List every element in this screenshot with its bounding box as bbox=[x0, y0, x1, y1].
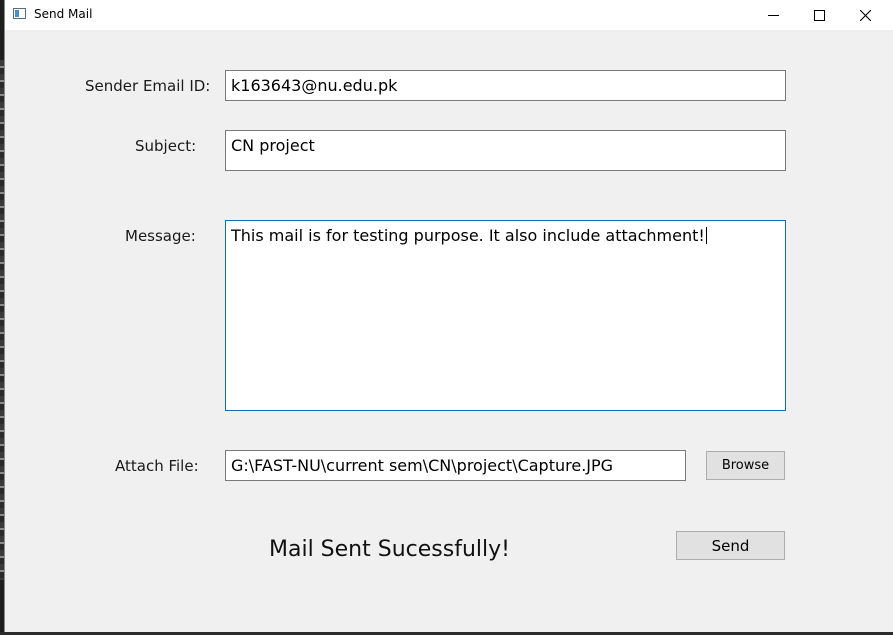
attach-file-input[interactable]: G:\FAST-NU\current sem\CN\project\Captur… bbox=[225, 450, 686, 481]
title-bar[interactable]: Send Mail bbox=[5, 0, 893, 30]
browse-button[interactable]: Browse bbox=[706, 451, 785, 480]
sender-email-label: Sender Email ID: bbox=[85, 77, 211, 95]
maximize-button[interactable] bbox=[796, 0, 842, 30]
close-button[interactable] bbox=[842, 0, 888, 30]
subject-input[interactable]: CN project bbox=[225, 130, 786, 171]
text-caret bbox=[705, 227, 707, 244]
message-textarea[interactable]: This mail is for testing purpose. It als… bbox=[225, 220, 786, 411]
message-value: This mail is for testing purpose. It als… bbox=[231, 226, 705, 245]
window-title: Send Mail bbox=[34, 7, 93, 21]
sender-email-input[interactable]: k163643@nu.edu.pk bbox=[225, 70, 786, 101]
attach-file-value: G:\FAST-NU\current sem\CN\project\Captur… bbox=[231, 456, 614, 475]
attach-file-label: Attach File: bbox=[115, 457, 199, 475]
subject-label: Subject: bbox=[135, 137, 197, 155]
send-mail-window: Send Mail Sender Email ID: k163643@nu.ed… bbox=[4, 0, 893, 632]
subject-value: CN project bbox=[231, 136, 315, 155]
sender-email-value: k163643@nu.edu.pk bbox=[231, 76, 398, 95]
minimize-button[interactable] bbox=[750, 0, 796, 30]
close-icon bbox=[859, 9, 871, 21]
status-message: Mail Sent Sucessfully! bbox=[269, 537, 510, 562]
maximize-icon bbox=[813, 9, 825, 21]
send-button[interactable]: Send bbox=[676, 531, 785, 560]
minimize-icon bbox=[767, 14, 779, 16]
message-label: Message: bbox=[125, 227, 196, 245]
app-window-icon bbox=[13, 8, 26, 19]
